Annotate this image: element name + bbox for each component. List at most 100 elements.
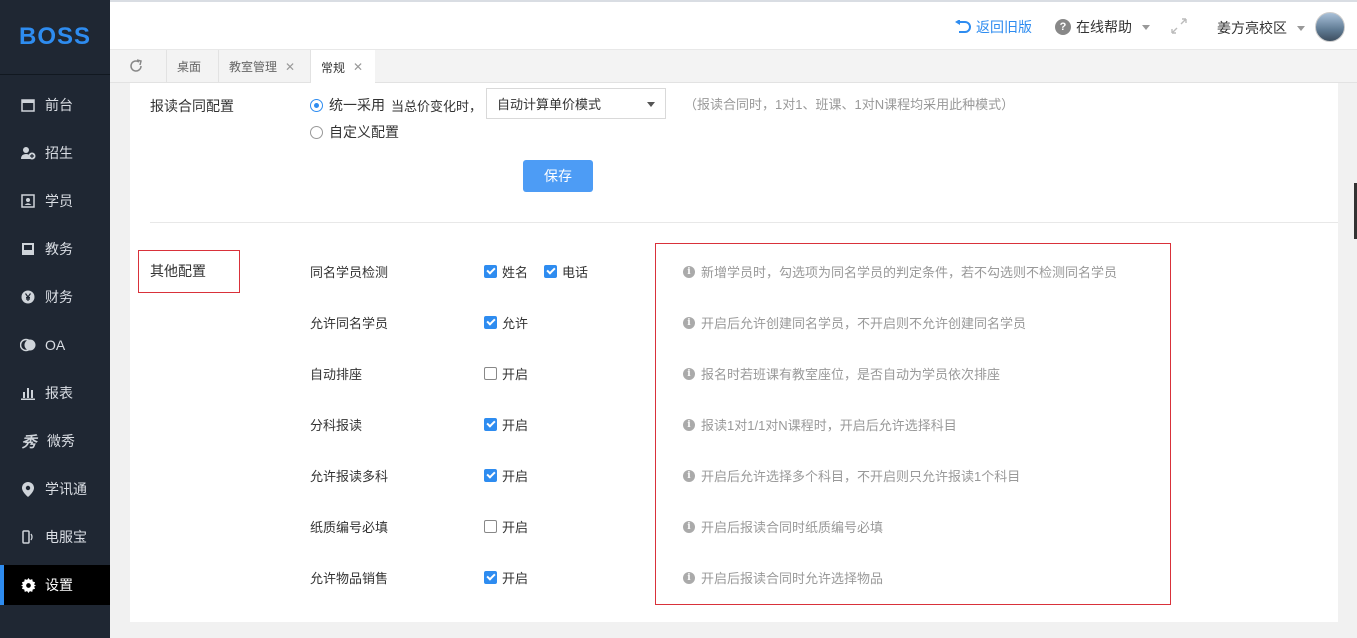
description-text: 报名时若班课有教室座位，是否自动为学员依次排座: [701, 367, 1001, 382]
info-icon: i: [683, 418, 695, 431]
info-icon: i: [683, 367, 695, 380]
info-icon: i: [683, 520, 695, 533]
sidebar-item-front-desk[interactable]: 前台: [0, 85, 110, 125]
info-icon: i: [683, 469, 695, 482]
sidebar-item-label: 报表: [45, 385, 73, 401]
info-icon: i: [683, 571, 695, 584]
contract-hint: （报读合同时，1对1、班课、1对N课程均采用此种模式）: [684, 97, 1015, 112]
checkbox-phone[interactable]: 电话: [544, 262, 588, 281]
checkbox[interactable]: [544, 265, 557, 278]
caret-down-icon: [647, 102, 655, 107]
sidebar-item-dianfubao[interactable]: 电服宝: [0, 517, 110, 557]
radio-button[interactable]: [310, 125, 323, 139]
refresh-icon[interactable]: [128, 58, 144, 79]
checkbox-enable[interactable]: 开启: [484, 364, 528, 383]
back-to-old-version-link[interactable]: 返回旧版: [955, 17, 1032, 37]
checkbox-label: 开启: [502, 418, 529, 433]
tab-label: 常规: [321, 60, 346, 75]
checkbox[interactable]: [484, 265, 497, 278]
online-help-menu[interactable]: ? 在线帮助: [1055, 17, 1150, 37]
description-text: 新增学员时，勾选项为同名学员的判定条件，若不勾选则不检测同名学员: [701, 265, 1118, 280]
yen-icon: [20, 289, 36, 305]
tab-label: 教室管理: [229, 60, 278, 74]
avatar[interactable]: [1315, 12, 1345, 42]
gear-icon: [20, 577, 36, 593]
setting-description: i 开启后允许选择多个科目，不开启则只允许报读1个科目: [683, 466, 1020, 485]
setting-name: 允许报读多科: [310, 469, 389, 484]
chevron-down-icon: [1297, 25, 1305, 31]
sidebar-item-label: 招生: [45, 145, 73, 161]
checkbox-enable[interactable]: 开启: [484, 466, 528, 485]
checkbox[interactable]: [484, 418, 497, 431]
radio-label: 统一采用: [329, 97, 385, 113]
bar-chart-icon: [20, 385, 36, 401]
sidebar-item-label: 微秀: [47, 433, 75, 449]
checkbox-enable[interactable]: 开启: [484, 568, 528, 587]
checkbox-label: 电话: [562, 265, 589, 280]
description-text: 开启后允许创建同名学员，不开启则不允许创建同名学员: [701, 316, 1027, 331]
info-icon: i: [683, 265, 695, 278]
checkbox-name[interactable]: 姓名: [484, 262, 528, 281]
id-card-icon: [20, 193, 36, 209]
radio-label: 自定义配置: [329, 124, 399, 140]
sidebar-item-finance[interactable]: 财务: [0, 277, 110, 317]
setting-name: 同名学员检测: [310, 265, 389, 280]
sidebar-item-academic[interactable]: 教务: [0, 229, 110, 269]
sidebar-item-enrollment[interactable]: 招生: [0, 133, 110, 173]
checkbox-label: 开启: [502, 571, 529, 586]
checkbox-enable[interactable]: 开启: [484, 415, 528, 434]
close-icon[interactable]: ✕: [353, 60, 363, 74]
top-header: 返回旧版 ? 在线帮助 姜方亮校区: [110, 0, 1357, 50]
price-mode-select[interactable]: 自动计算单价模式: [486, 88, 666, 119]
campus-label: 姜方亮校区: [1217, 20, 1287, 36]
setting-name: 纸质编号必填: [310, 520, 389, 535]
setting-description: i 报读1对1/1对N课程时，开启后允许选择科目: [683, 415, 957, 434]
checkbox[interactable]: [484, 469, 497, 482]
location-pin-icon: [20, 481, 36, 497]
radio-button-checked[interactable]: [310, 98, 323, 112]
logo: BOSS: [0, 0, 110, 75]
sidebar-item-students[interactable]: 学员: [0, 181, 110, 221]
toggle-icon: [20, 337, 36, 353]
sidebar-item-label: 学员: [45, 193, 73, 209]
xiu-icon: 秀: [21, 433, 37, 451]
setting-description: i 开启后允许创建同名学员，不开启则不允许创建同名学员: [683, 313, 1026, 332]
checkbox[interactable]: [484, 520, 497, 533]
sidebar-item-reports[interactable]: 报表: [0, 373, 110, 413]
contract-config-label: 报读合同配置: [150, 98, 234, 114]
radio-custom[interactable]: 自定义配置: [310, 122, 399, 142]
setting-name: 分科报读: [310, 418, 363, 433]
sidebar-item-label: 财务: [45, 289, 73, 305]
checkbox-label: 开启: [502, 367, 529, 382]
setting-name: 允许同名学员: [310, 316, 389, 331]
sidebar-item-oa[interactable]: OA: [0, 325, 110, 365]
info-icon: i: [683, 316, 695, 329]
price-change-label: 当总价变化时，: [391, 98, 483, 114]
campus-selector[interactable]: 姜方亮校区: [1217, 18, 1305, 38]
fullscreen-icon[interactable]: [1170, 17, 1188, 38]
save-button[interactable]: 保存: [523, 160, 593, 192]
checkbox-enable[interactable]: 开启: [484, 517, 528, 536]
select-value: 自动计算单价模式: [497, 97, 602, 112]
close-icon[interactable]: ✕: [285, 60, 295, 74]
other-config-label: 其他配置: [150, 263, 206, 279]
tab-classroom-management[interactable]: 教室管理 ✕: [218, 50, 310, 83]
tab-bar: 桌面 教室管理 ✕ 常规 ✕: [110, 50, 1357, 84]
sidebar-item-weixiu[interactable]: 秀 微秀: [0, 421, 110, 461]
question-icon: ?: [1055, 19, 1071, 35]
tab-desktop[interactable]: 桌面: [166, 50, 218, 83]
book-icon: [20, 241, 36, 257]
user-add-icon: [20, 145, 36, 161]
tab-general[interactable]: 常规 ✕: [310, 50, 375, 84]
checkbox-label: 开启: [502, 520, 529, 535]
sidebar-item-label: 电服宝: [45, 529, 87, 545]
checkbox[interactable]: [484, 367, 497, 380]
radio-unified[interactable]: 统一采用 当总价变化时，: [310, 95, 482, 115]
checkbox[interactable]: [484, 316, 497, 329]
setting-name: 允许物品销售: [310, 571, 389, 586]
setting-description: i 报名时若班课有教室座位，是否自动为学员依次排座: [683, 364, 1000, 383]
sidebar-item-settings[interactable]: 设置: [0, 565, 110, 605]
sidebar-item-xuexuntong[interactable]: 学讯通: [0, 469, 110, 509]
checkbox-allow[interactable]: 允许: [484, 313, 528, 332]
checkbox[interactable]: [484, 571, 497, 584]
